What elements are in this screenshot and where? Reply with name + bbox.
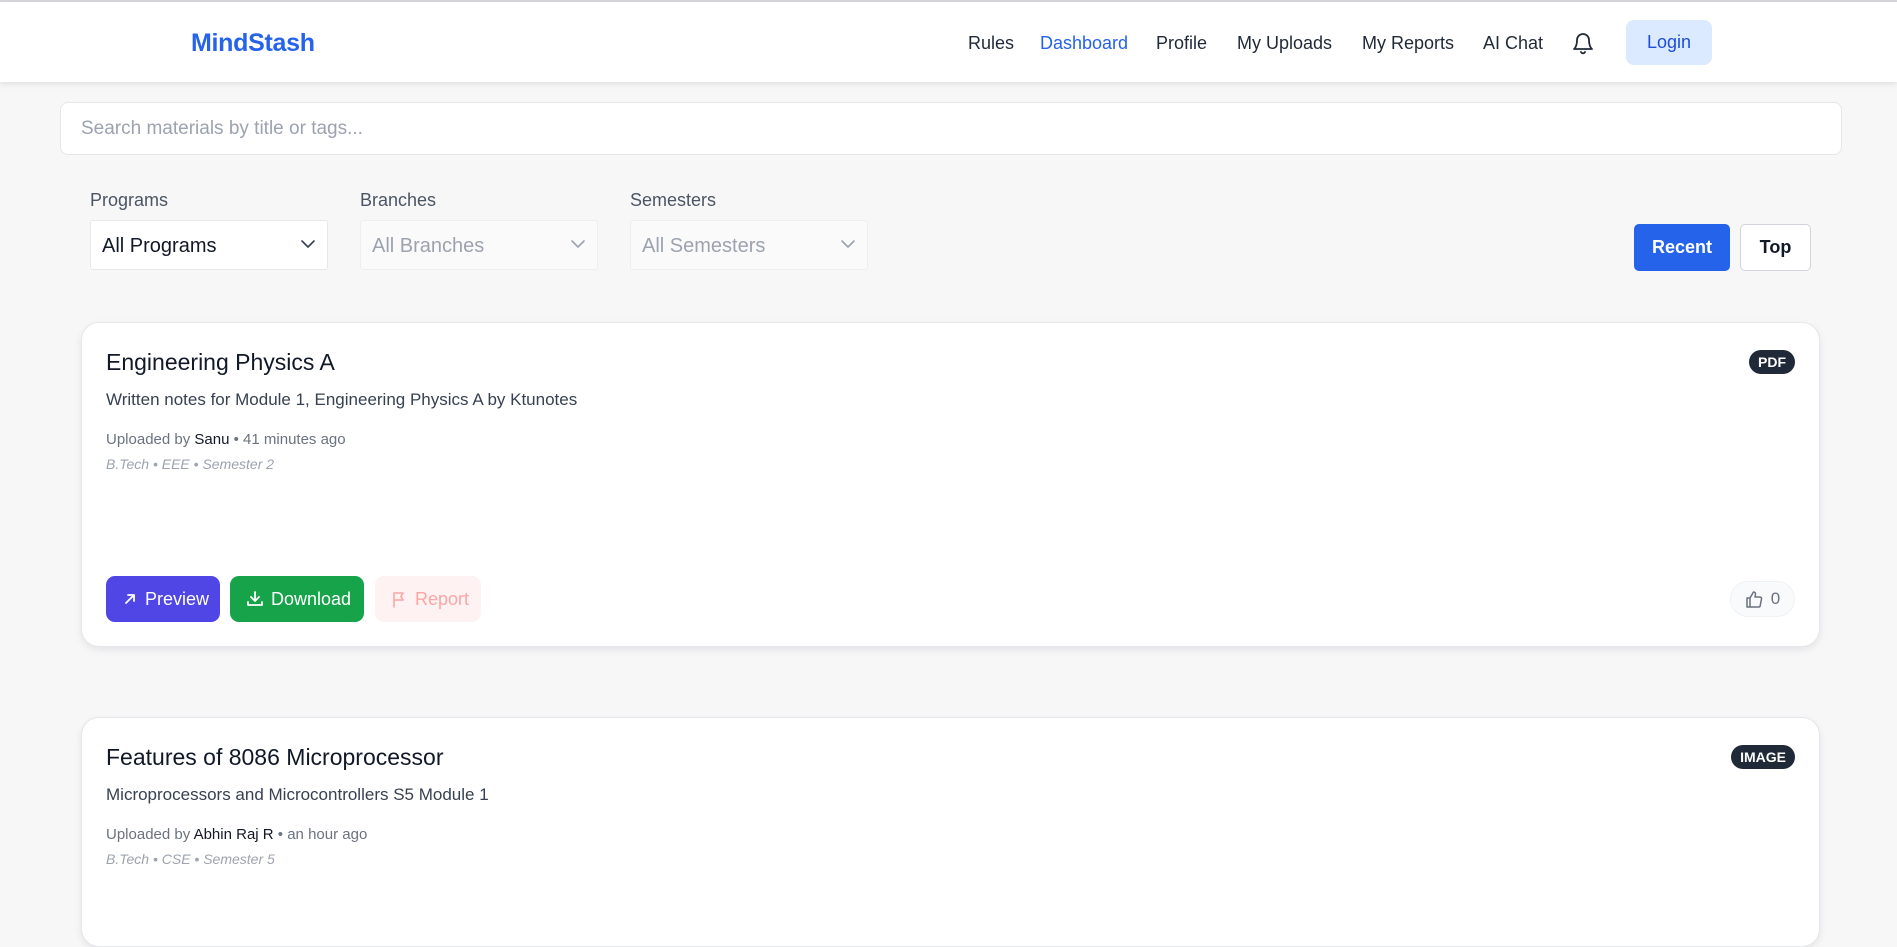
programs-label: Programs <box>90 190 169 210</box>
bell-icon[interactable] <box>1571 30 1595 56</box>
preview-button[interactable]: Preview <box>106 576 220 622</box>
uploaded-by-label: Uploaded by <box>106 826 191 843</box>
file-type-badge: PDF <box>1749 350 1795 374</box>
material-card: Engineering Physics A Written notes for … <box>81 322 1820 647</box>
programs-select-value: All Programs <box>102 235 217 257</box>
nav-profile[interactable]: Profile <box>1156 33 1207 54</box>
material-description: Microprocessors and Microcontrollers S5 … <box>106 785 489 804</box>
programs-select[interactable]: All Programs <box>90 220 328 270</box>
material-tags: B.Tech • EEE • Semester 2 <box>106 456 275 472</box>
material-upload-info: Uploaded by Sanu • 41 minutes ago <box>106 431 346 448</box>
download-label: Download <box>271 588 352 609</box>
chevron-down-icon <box>571 240 585 248</box>
upload-time: • an hour ago <box>277 826 368 843</box>
chevron-down-icon <box>841 240 855 248</box>
nav-ai-chat[interactable]: AI Chat <box>1483 33 1543 54</box>
nav-dashboard[interactable]: Dashboard <box>1040 33 1128 54</box>
upload-time: • 41 minutes ago <box>233 431 346 448</box>
arrow-up-right-icon <box>125 594 135 604</box>
branches-label: Branches <box>360 190 437 210</box>
branches-select[interactable]: All Branches <box>360 220 598 270</box>
semesters-label: Semesters <box>630 190 717 210</box>
navbar: MindStash Rules Dashboard Profile My Upl… <box>0 2 1897 82</box>
material-title[interactable]: Engineering Physics A <box>106 349 335 376</box>
brand-logo[interactable]: MindStash <box>191 29 315 58</box>
thumbs-up-icon <box>1746 590 1763 608</box>
like-count: 0 <box>1770 589 1781 608</box>
branches-select-value: All Branches <box>372 235 485 257</box>
search-bar <box>60 102 1842 155</box>
preview-label: Preview <box>145 588 210 609</box>
material-description: Written notes for Module 1, Engineering … <box>106 390 578 409</box>
material-title[interactable]: Features of 8086 Microprocessor <box>106 744 444 771</box>
report-label: Report <box>415 588 470 609</box>
nav-my-uploads[interactable]: My Uploads <box>1237 33 1332 54</box>
nav-rules[interactable]: Rules <box>968 33 1014 54</box>
search-input[interactable] <box>61 103 1841 154</box>
material-tags: B.Tech • CSE • Semester 5 <box>106 851 275 867</box>
download-icon <box>247 591 263 606</box>
uploader-name: Abhin Raj R <box>193 826 274 843</box>
like-button[interactable]: 0 <box>1730 581 1795 617</box>
file-type-badge: IMAGE <box>1731 745 1795 769</box>
material-upload-info: Uploaded by Abhin Raj R • an hour ago <box>106 826 367 843</box>
login-button[interactable]: Login <box>1626 20 1712 65</box>
download-button[interactable]: Download <box>230 576 364 622</box>
sort-recent-button[interactable]: Recent <box>1634 224 1730 271</box>
report-button[interactable]: Report <box>375 576 481 622</box>
uploader-name: Sanu <box>194 431 230 448</box>
flag-icon <box>393 591 404 608</box>
semesters-select-value: All Semesters <box>642 235 766 257</box>
chevron-down-icon <box>301 240 315 248</box>
semesters-select[interactable]: All Semesters <box>630 220 868 270</box>
sort-top-button[interactable]: Top <box>1740 224 1811 271</box>
nav-my-reports[interactable]: My Reports <box>1362 33 1454 54</box>
uploaded-by-label: Uploaded by <box>106 431 191 448</box>
